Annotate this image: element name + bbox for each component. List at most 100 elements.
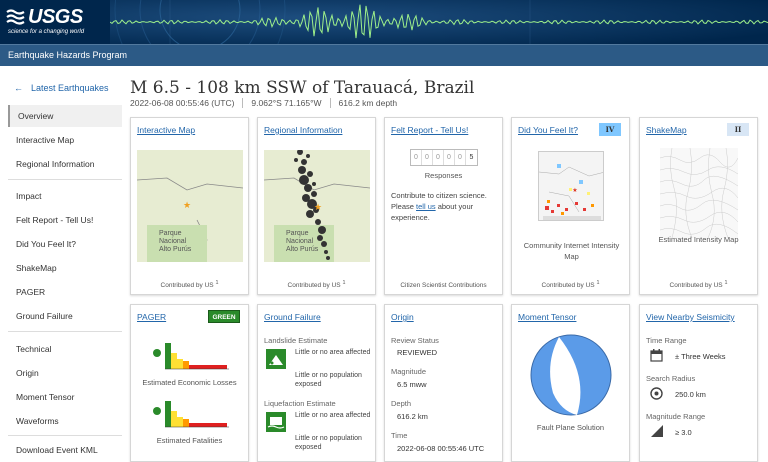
dyfi-map-thumbnail[interactable]: ★: [538, 151, 604, 221]
sidebar-item-technical[interactable]: Technical: [8, 338, 122, 360]
fault-plane-caption: Fault Plane Solution: [536, 423, 605, 432]
latest-earthquakes-label: Latest Earthquakes: [31, 83, 109, 93]
intensity-badge: IV: [599, 123, 621, 136]
card-shakemap[interactable]: ShakeMap II Estimated Intensity Map Cont…: [639, 117, 758, 295]
sidebar-item-download-kml[interactable]: Download Event KML: [8, 439, 122, 461]
economic-loss-histogram: [153, 343, 229, 370]
sidebar-item-shakemap[interactable]: ShakeMap: [8, 257, 122, 279]
card-title[interactable]: Moment Tensor: [518, 312, 576, 322]
footnote: 1: [342, 280, 346, 286]
landslide-population: Little or no population exposed: [295, 372, 362, 388]
liquefaction-area: Little or no area affected: [295, 412, 371, 419]
sidebar-item-moment-tensor[interactable]: Moment Tensor: [8, 386, 122, 408]
liquefaction-label: Liquefaction Estimate: [264, 399, 336, 408]
card-title[interactable]: ShakeMap: [646, 125, 687, 135]
card-title[interactable]: Regional Information: [264, 125, 342, 135]
sidebar-item-impact[interactable]: Impact: [8, 185, 122, 207]
pager-economic-caption: Estimated Economic Losses: [142, 378, 237, 387]
shakemap-thumbnail[interactable]: [660, 148, 738, 238]
tell-us-link[interactable]: tell us: [416, 202, 436, 211]
usgs-logo[interactable]: USGS science for a changing world: [6, 6, 94, 38]
sidebar-item-waveforms[interactable]: Waveforms: [8, 410, 122, 432]
sidebar-item-felt-report[interactable]: Felt Report - Tell Us!: [8, 209, 122, 231]
event-location: 9.062°S 71.165°W: [242, 98, 330, 108]
card-ground-failure[interactable]: Ground Failure Landslide Estimate Little…: [257, 304, 376, 462]
program-title[interactable]: Earthquake Hazards Program: [8, 50, 127, 60]
radius-icon: [650, 387, 663, 400]
time-value: 2022-06-08 00:55:46 UTC: [397, 444, 485, 453]
sidebar: ← Latest Earthquakes Overview Interactive…: [0, 66, 128, 462]
sidebar-item-origin[interactable]: Origin: [8, 362, 122, 384]
sidebar-item-interactive-map[interactable]: Interactive Map: [8, 129, 122, 151]
contributed-label: Contributed by US: [669, 282, 723, 290]
sidebar-divider: [8, 179, 122, 180]
calendar-icon: [650, 349, 663, 362]
counter-digit: 0: [444, 150, 455, 165]
card-felt-report[interactable]: Felt Report - Tell Us! 0 0 0 0 0 5 Respo…: [384, 117, 503, 295]
counter-digit: 0: [422, 150, 433, 165]
event-summary: 2022-06-08 00:55:46 (UTC) 9.062°S 71.165°…: [130, 98, 406, 108]
card-nearby-seismicity[interactable]: View Nearby Seismicity Time Range ± Thre…: [639, 304, 758, 462]
card-title[interactable]: Origin: [391, 312, 414, 322]
liquefaction-population: Little or no population exposed: [295, 435, 362, 451]
card-title[interactable]: View Nearby Seismicity: [646, 312, 735, 322]
counter-digit: 0: [455, 150, 466, 165]
event-depth: 616.2 km depth: [329, 98, 406, 108]
latest-earthquakes-link[interactable]: ← Latest Earthquakes: [14, 83, 109, 93]
park-label: Parque Nacional Alto Purús: [286, 230, 319, 253]
card-footer: Citizen Scientist Contributions: [400, 282, 487, 289]
dyfi-caption: Community Internet Intensity Map: [523, 241, 620, 261]
time-label: Time: [391, 431, 408, 440]
sidebar-item-regional-information[interactable]: Regional Information: [8, 153, 122, 175]
review-status-label: Review Status: [391, 336, 439, 345]
footnote: 1: [724, 280, 728, 286]
depth-value: 616.2 km: [397, 412, 428, 421]
card-regional-information[interactable]: Regional Information ★ Parque Nacional A…: [257, 117, 376, 295]
card-moment-tensor[interactable]: Moment Tensor Fault Plane Solution: [511, 304, 630, 462]
page-title: M 6.5 - 108 km SSW of Tarauacá, Brazil: [130, 78, 475, 98]
footnote: 1: [596, 280, 600, 286]
card-footer: Contributed by US 1: [640, 280, 757, 289]
park-label: Parque Nacional Alto Purús: [159, 230, 192, 253]
card-pager[interactable]: PAGER GREEN Estimated Economic Losses Es…: [130, 304, 249, 462]
alert-level-badge: GREEN: [208, 310, 240, 323]
card-title[interactable]: Ground Failure: [264, 312, 321, 322]
sidebar-item-overview[interactable]: Overview: [8, 105, 122, 127]
footnote: 1: [215, 280, 219, 286]
search-radius-label: Search Radius: [646, 374, 696, 383]
search-radius-value: 250.0 km: [675, 390, 706, 399]
card-title[interactable]: Felt Report - Tell Us!: [391, 125, 468, 135]
card-did-you-feel-it[interactable]: Did You Feel It? IV ★ Community Internet…: [511, 117, 630, 295]
card-title[interactable]: PAGER: [137, 312, 166, 322]
time-range-label: Time Range: [646, 336, 687, 345]
magnitude-value: 6.5 mww: [397, 380, 427, 389]
landslide-label: Landslide Estimate: [264, 336, 328, 345]
sidebar-item-did-you-feel-it[interactable]: Did You Feel It?: [8, 233, 122, 255]
card-footer: Contributed by US 1: [512, 280, 629, 289]
counter-digit: 0: [411, 150, 422, 165]
contributed-label: Contributed by US: [541, 282, 595, 290]
card-origin[interactable]: Origin Review Status REVIEWED Magnitude …: [384, 304, 503, 462]
magnitude-ramp-icon: [651, 425, 663, 437]
svg-text:★: ★: [183, 200, 191, 210]
event-time: 2022-06-08 00:55:46 (UTC): [130, 98, 235, 108]
contributed-label: Contributed by US: [160, 282, 214, 290]
card-interactive-map[interactable]: Interactive Map ★ Parque Nacional Alto P…: [130, 117, 249, 295]
svg-text:★: ★: [572, 187, 577, 194]
logo-text: USGS: [28, 6, 83, 28]
card-footer: Contributed by US 1: [131, 280, 248, 289]
sidebar-item-pager[interactable]: PAGER: [8, 281, 122, 303]
response-counter: 0 0 0 0 0 5: [410, 149, 478, 166]
responses-label: Responses: [424, 171, 463, 180]
time-range-value: ± Three Weeks: [675, 352, 726, 361]
arrow-left-icon: ←: [14, 83, 23, 93]
card-title[interactable]: Did You Feel It?: [518, 125, 578, 135]
sidebar-divider: [8, 331, 122, 332]
regional-map-thumbnail[interactable]: ★ Parque Nacional Alto Purús: [264, 150, 370, 262]
seismogram-banner: [110, 0, 768, 44]
usgs-wave-icon: [6, 9, 25, 25]
sidebar-item-ground-failure[interactable]: Ground Failure: [8, 305, 122, 327]
header-bar: USGS science for a changing world: [0, 0, 768, 44]
card-title[interactable]: Interactive Map: [137, 125, 195, 135]
interactive-map-thumbnail[interactable]: ★ Parque Nacional Alto Purús: [137, 150, 243, 262]
